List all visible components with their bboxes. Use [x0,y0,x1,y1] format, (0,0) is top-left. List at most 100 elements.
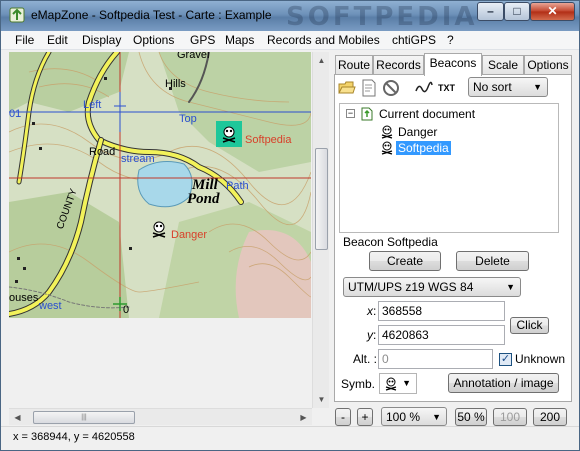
sort-value: No sort [473,80,512,94]
chevron-down-icon: ▼ [506,282,515,292]
zoom-200-button[interactable]: 200 % [533,408,567,440]
menu-gps[interactable]: GPS [190,33,215,47]
maximize-icon: □ [513,4,521,18]
document-icon[interactable] [360,79,378,97]
unknown-checkbox[interactable]: ✓ [499,353,512,366]
click-button[interactable]: Click [510,317,549,334]
map-label-road: Road [89,146,116,158]
app-window: eMapZone - Softpedia Test - Carte : Exam… [0,0,580,451]
zoom-out-button[interactable]: - [335,408,351,426]
tree-root-label[interactable]: Current document [379,107,475,121]
menu-edit[interactable]: Edit [47,33,68,47]
map-canvas [9,52,311,318]
no-entry-icon[interactable] [382,79,400,97]
scroll-up-icon[interactable]: ▲ [313,52,330,69]
altitude-label: Alt. : [353,352,378,366]
map-view[interactable]: Gravel Hills Left Top 01 Road stream Pat… [9,52,311,318]
menu-maps[interactable]: Maps [225,33,254,47]
tab-route[interactable]: Route [335,55,373,75]
building [15,280,18,283]
tree-item-danger[interactable]: Danger [398,125,437,139]
panel-tabs: Route Records Beacons Scale Options [335,53,573,76]
minimize-button[interactable]: – [477,2,504,21]
scroll-left-icon[interactable]: ◀ [9,409,26,426]
document-tree-icon [361,107,373,121]
menu-records-and-mobiles[interactable]: Records and Mobiles [267,33,380,47]
zoom-in-button[interactable]: + [357,408,373,426]
map-label-west: west [39,300,62,312]
close-icon: ✕ [547,4,558,18]
scroll-corner [312,408,329,425]
x-colon: : [373,304,377,318]
squiggle-icon[interactable] [415,79,433,97]
beacon-tree[interactable]: − Current document Danger Softpedia [339,103,559,233]
building [129,247,132,250]
scroll-grip-icon: ||| [81,414,87,421]
map-label-left: Left [83,99,102,111]
menu-file[interactable]: File [15,33,34,47]
symbol-label: Symb. : [341,377,382,391]
title-bar: eMapZone - Softpedia Test - Carte : Exam… [1,1,579,32]
zoom-value: 100 % [386,410,421,424]
map-label-gravel: Gravel [177,52,210,61]
txt-icon[interactable]: TXT [438,83,455,93]
projection-dropdown[interactable]: UTM/UPS z19 WGS 84 ▼ [343,277,521,297]
app-logo-icon [9,7,25,23]
map-horizontal-scrollbar[interactable]: ◀ ||| ▶ [9,408,312,425]
map-vertical-scrollbar[interactable]: ▲ ▼ [312,52,329,408]
map-label-pond: Pond [187,191,220,207]
menu-display[interactable]: Display [82,33,121,47]
delete-button[interactable]: Delete [456,251,529,271]
beacon-title: Beacon Softpedia [343,235,438,249]
create-button[interactable]: Create [369,251,441,271]
zoom-dropdown[interactable]: 100 % ▼ [381,407,447,426]
sort-dropdown[interactable]: No sort ▼ [468,77,548,97]
map-label-path: Path [226,180,249,192]
pond [137,161,193,208]
x-coordinate-field[interactable]: 368558 [378,301,505,321]
chevron-down-icon: ▼ [402,378,411,388]
tree-expander-icon[interactable]: − [346,109,355,118]
beacon-label-danger[interactable]: Danger [171,229,207,241]
open-folder-icon[interactable] [338,79,356,97]
unknown-label: Unknown [515,352,566,366]
scroll-thumb-vertical[interactable] [315,148,328,250]
zoom-50-button[interactable]: 50 % [455,408,487,426]
close-button[interactable]: ✕ [530,2,575,21]
y-coordinate-field[interactable]: 4620863 [378,325,505,345]
tab-scale[interactable]: Scale [482,55,524,75]
map-label-houses: ouses [9,292,39,304]
projection-value: UTM/UPS z19 WGS 84 [348,280,474,294]
map-label-01: 01 [9,108,22,120]
symbol-dropdown[interactable]: ▼ [379,373,417,394]
cursor-coordinates: x = 368944, y = 4620558 [13,431,135,443]
tab-records[interactable]: Records [373,55,424,75]
menu-chtigps[interactable]: chtiGPS [392,33,436,47]
annotation-image-button[interactable]: Annotation / image [448,373,559,393]
y-colon: : [373,328,377,342]
scroll-right-icon[interactable]: ▶ [295,409,312,426]
menu-bar: File Edit Display Options GPS Maps Recor… [1,31,579,50]
tree-item-softpedia[interactable]: Softpedia [396,141,451,155]
building [39,147,42,150]
status-bar: x = 368944, y = 4620558 [1,426,579,450]
maximize-button[interactable]: □ [504,2,530,21]
zoom-100-button[interactable]: 100 % [493,408,527,440]
skull-icon [385,377,397,391]
tab-beacons[interactable]: Beacons [424,53,482,76]
scroll-down-icon[interactable]: ▼ [313,391,330,408]
building [23,267,26,270]
tab-options[interactable]: Options [524,55,572,75]
scroll-thumb-horizontal[interactable]: ||| [33,411,135,424]
beacon-label-softpedia[interactable]: Softpedia [245,134,291,146]
watermark-text: SOFTPEDIA [286,2,478,32]
building [32,122,35,125]
building [104,77,107,80]
menu-options[interactable]: Options [133,33,174,47]
menu-help[interactable]: ? [447,33,454,47]
chevron-down-icon: ▼ [432,412,441,422]
altitude-field[interactable]: 0 [378,349,493,369]
map-label-top: Top [179,113,197,125]
map-label-zero: 0 [123,304,130,316]
map-label-stream: stream [121,153,155,165]
